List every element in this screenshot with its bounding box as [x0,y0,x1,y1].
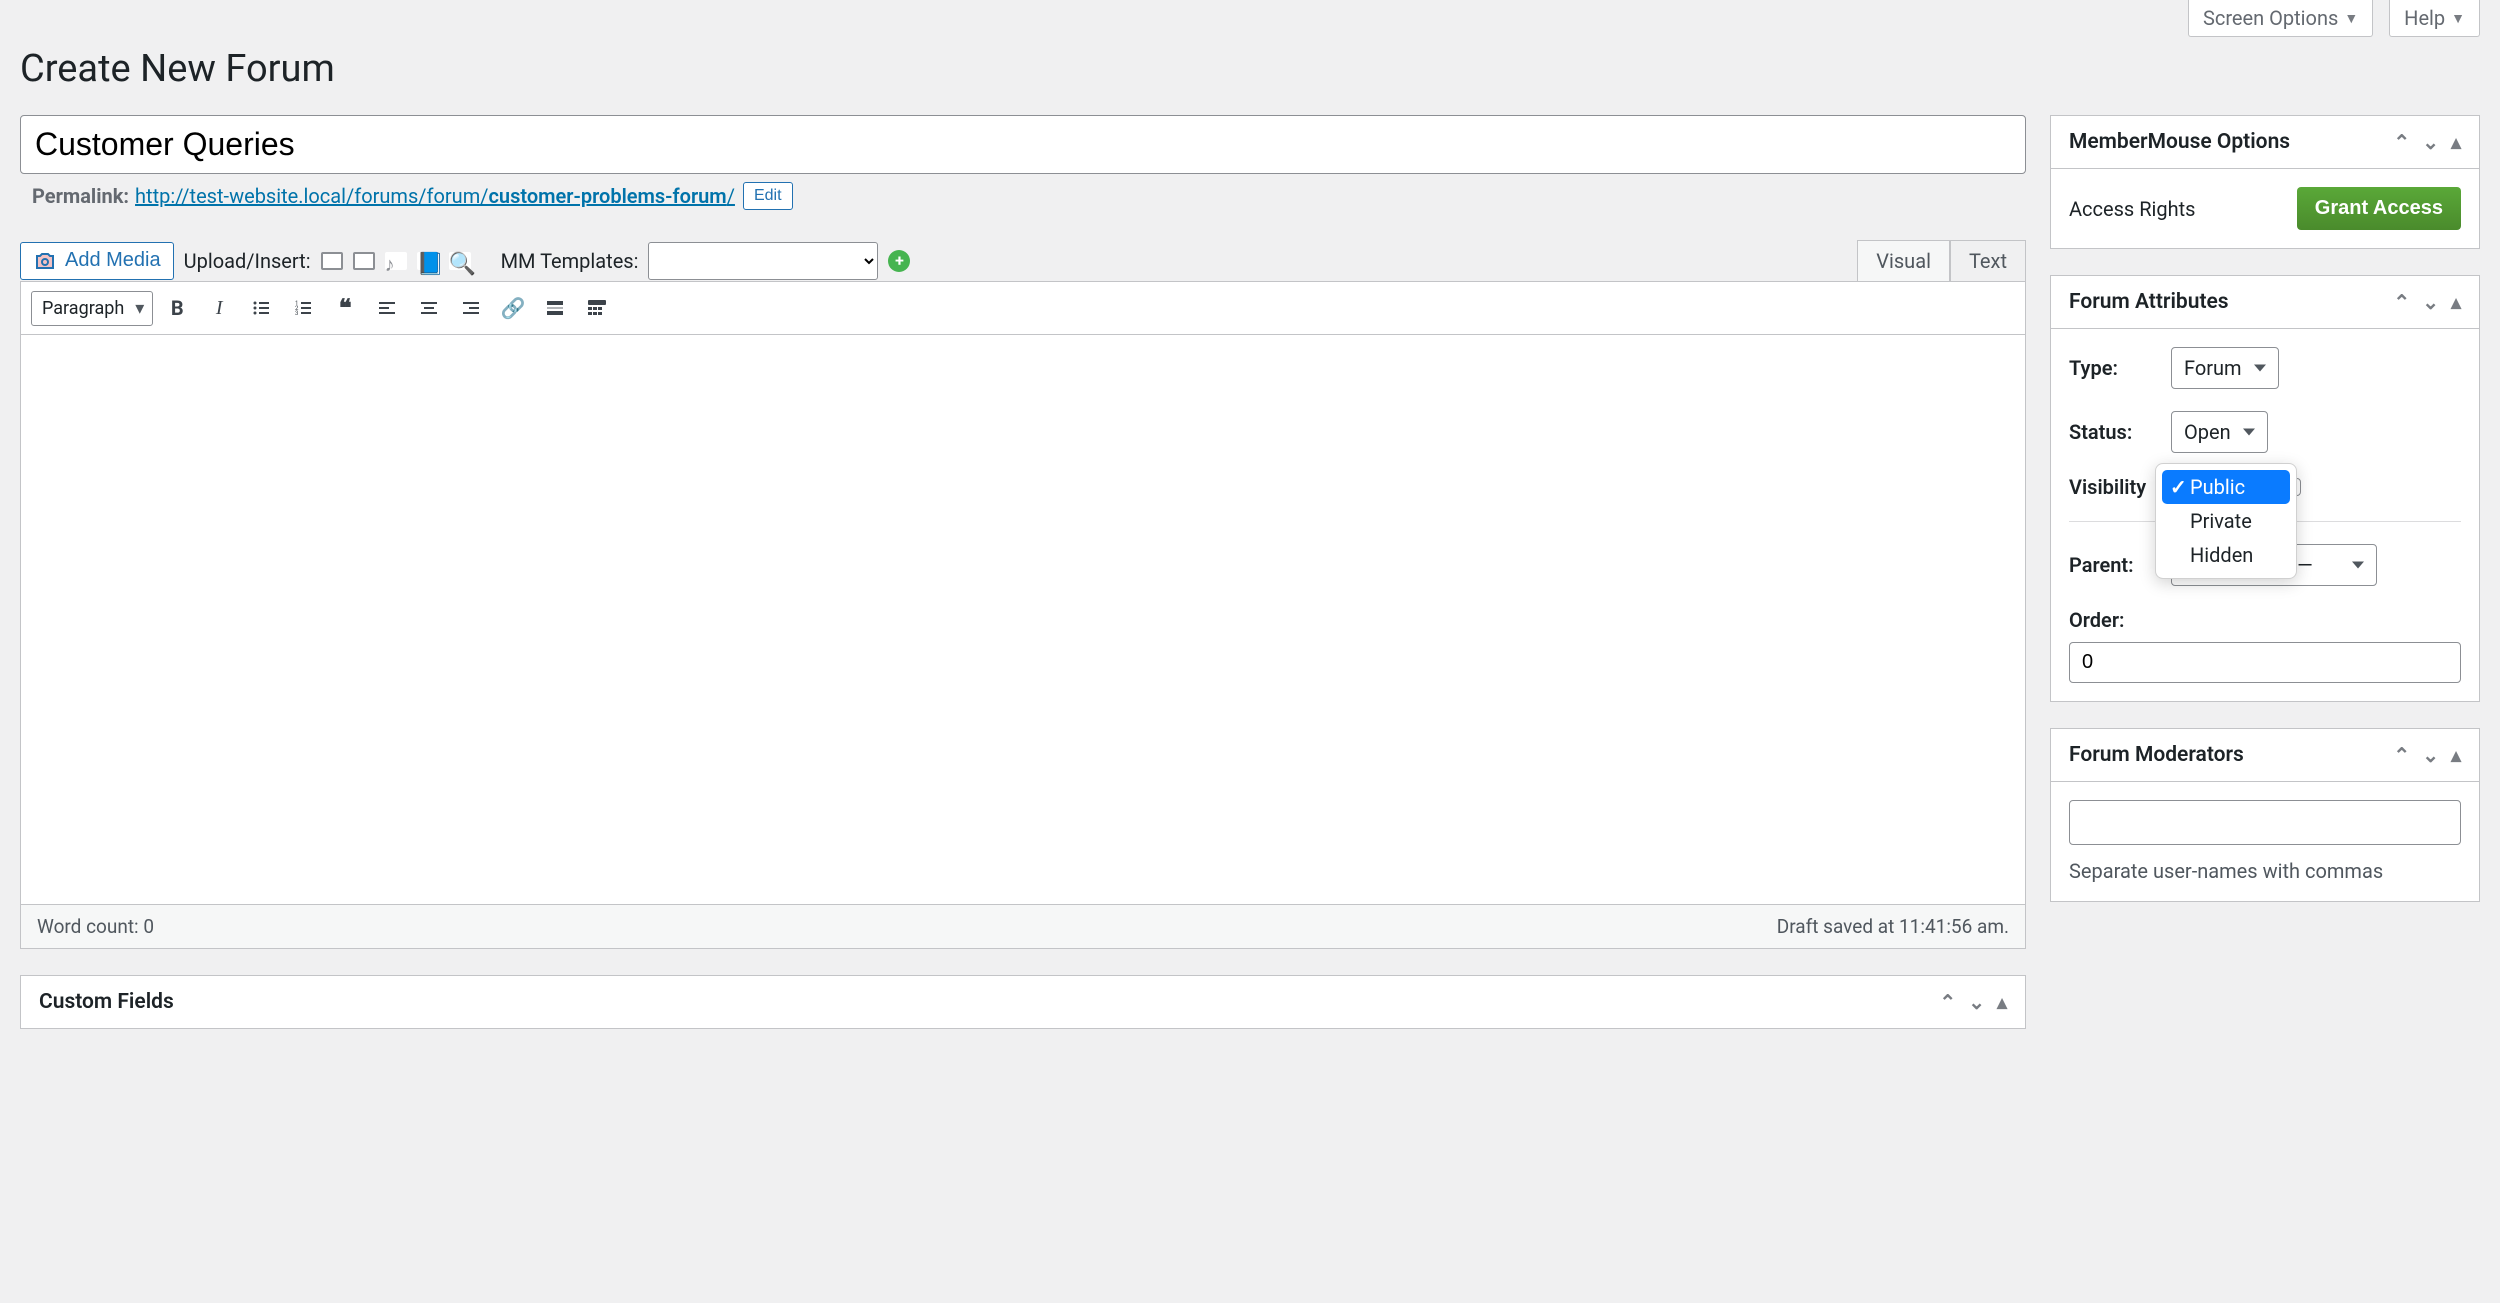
editor-toolbar: Paragraph B I 123 ❝ 🔗 [20,281,2026,335]
screen-options-label: Screen Options [2203,6,2338,30]
chevron-up-icon[interactable]: ⌃ [2393,130,2410,154]
permalink-label: Permalink: [32,184,129,208]
help-tab[interactable]: Help ▼ [2389,0,2480,37]
format-select-value: Paragraph [42,298,124,319]
toolbar-toggle-icon[interactable] [579,290,615,326]
forum-title-input[interactable] [20,115,2026,174]
quote-icon[interactable]: ❝ [327,290,363,326]
order-input[interactable] [2069,642,2461,683]
align-left-icon[interactable] [369,290,405,326]
number-list-icon[interactable]: 123 [285,290,321,326]
type-value: Forum [2184,356,2242,380]
permalink-trail[interactable]: / [727,184,735,208]
link-icon[interactable]: 🔗 [495,290,531,326]
forum-attributes-box: Forum Attributes ⌃ ⌄ ▴ Type: Forum Statu… [2050,275,2480,702]
editor-status-bar: Word count: 0 Draft saved at 11:41:56 am… [20,905,2026,949]
grant-access-button[interactable]: Grant Access [2297,187,2461,230]
bullet-list-icon[interactable] [243,290,279,326]
moderators-help-text: Separate user-names with commas [2069,859,2461,883]
caret-up-icon[interactable]: ▴ [2451,290,2461,314]
format-select[interactable]: Paragraph [31,291,153,326]
visibility-option-public[interactable]: Public [2162,470,2290,504]
draft-saved-text: Draft saved at 11:41:56 am. [1777,915,2009,938]
svg-text:3: 3 [295,310,298,317]
italic-icon[interactable]: I [201,290,237,326]
permalink-edit-button[interactable]: Edit [743,182,793,210]
caret-down-icon: ▼ [2344,10,2358,27]
word-count-value: 0 [143,915,154,938]
media-row: Add Media Upload/Insert: ♪ 📘 🔍 MM Templa… [20,240,2026,281]
custom-fields-box: Custom Fields ⌃ ⌄ ▴ [20,975,2026,1029]
add-media-label: Add Media [65,249,161,272]
editor-content-area[interactable] [20,335,2026,905]
add-template-icon[interactable]: + [888,250,910,272]
mm-templates-select[interactable] [648,242,878,280]
upload-audio-icon[interactable]: ♪ [385,252,407,270]
align-center-icon[interactable] [411,290,447,326]
chevron-down-icon[interactable]: ⌄ [1968,990,1985,1014]
status-label: Status: [2069,420,2171,444]
visibility-option-hidden[interactable]: Hidden [2162,538,2290,572]
search-icon[interactable]: 🔍 [449,252,471,270]
tab-text[interactable]: Text [1950,240,2026,281]
upload-video-icon[interactable] [353,252,375,270]
type-select[interactable]: Forum [2171,347,2279,389]
upload-insert-label: Upload/Insert: [184,249,311,273]
camera-icon [33,249,57,273]
visibility-option-private[interactable]: Private [2162,504,2290,538]
word-count-label: Word count: [37,915,139,938]
permalink-url-prefix[interactable]: http://test-website.local/forums/forum/ [135,184,488,208]
mm-templates-label: MM Templates: [501,249,639,273]
help-label: Help [2404,6,2445,30]
book-icon[interactable]: 📘 [417,252,439,270]
forum-moderators-title: Forum Moderators [2069,743,2244,767]
caret-up-icon[interactable]: ▴ [1997,990,2007,1014]
chevron-down-icon[interactable]: ⌄ [2422,290,2439,314]
bold-icon[interactable]: B [159,290,195,326]
membermouse-options-box: MemberMouse Options ⌃ ⌄ ▴ Access Rights … [2050,115,2480,249]
caret-up-icon[interactable]: ▴ [2451,743,2461,767]
chevron-up-icon[interactable]: ⌃ [2393,290,2410,314]
order-label: Order: [2069,608,2461,632]
caret-up-icon[interactable]: ▴ [2451,130,2461,154]
add-media-button[interactable]: Add Media [20,242,174,280]
chevron-down-icon[interactable]: ⌄ [2422,130,2439,154]
forum-attributes-title: Forum Attributes [2069,290,2229,314]
chevron-up-icon[interactable]: ⌃ [1939,990,1956,1014]
caret-down-icon: ▼ [2451,10,2465,27]
forum-moderators-box: Forum Moderators ⌃ ⌄ ▴ Separate user-nam… [2050,728,2480,902]
align-right-icon[interactable] [453,290,489,326]
type-label: Type: [2069,356,2171,380]
access-rights-label: Access Rights [2069,197,2196,221]
chevron-up-icon[interactable]: ⌃ [2393,743,2410,767]
permalink-slug[interactable]: customer-problems-forum [489,184,727,208]
permalink-row: Permalink: http://test-website.local/for… [20,182,2026,210]
chevron-down-icon[interactable]: ⌄ [2422,743,2439,767]
read-more-icon[interactable] [537,290,573,326]
screen-options-tab[interactable]: Screen Options ▼ [2188,0,2373,37]
status-select[interactable]: Open [2171,411,2268,453]
membermouse-options-title: MemberMouse Options [2069,130,2290,154]
upload-image-icon[interactable] [321,252,343,270]
page-title: Create New Forum [20,47,2480,91]
visibility-dropdown: Public Private Hidden [2155,463,2297,579]
moderators-input[interactable] [2069,800,2461,845]
status-value: Open [2184,420,2231,444]
tab-visual[interactable]: Visual [1857,240,1950,281]
custom-fields-title: Custom Fields [39,990,174,1014]
